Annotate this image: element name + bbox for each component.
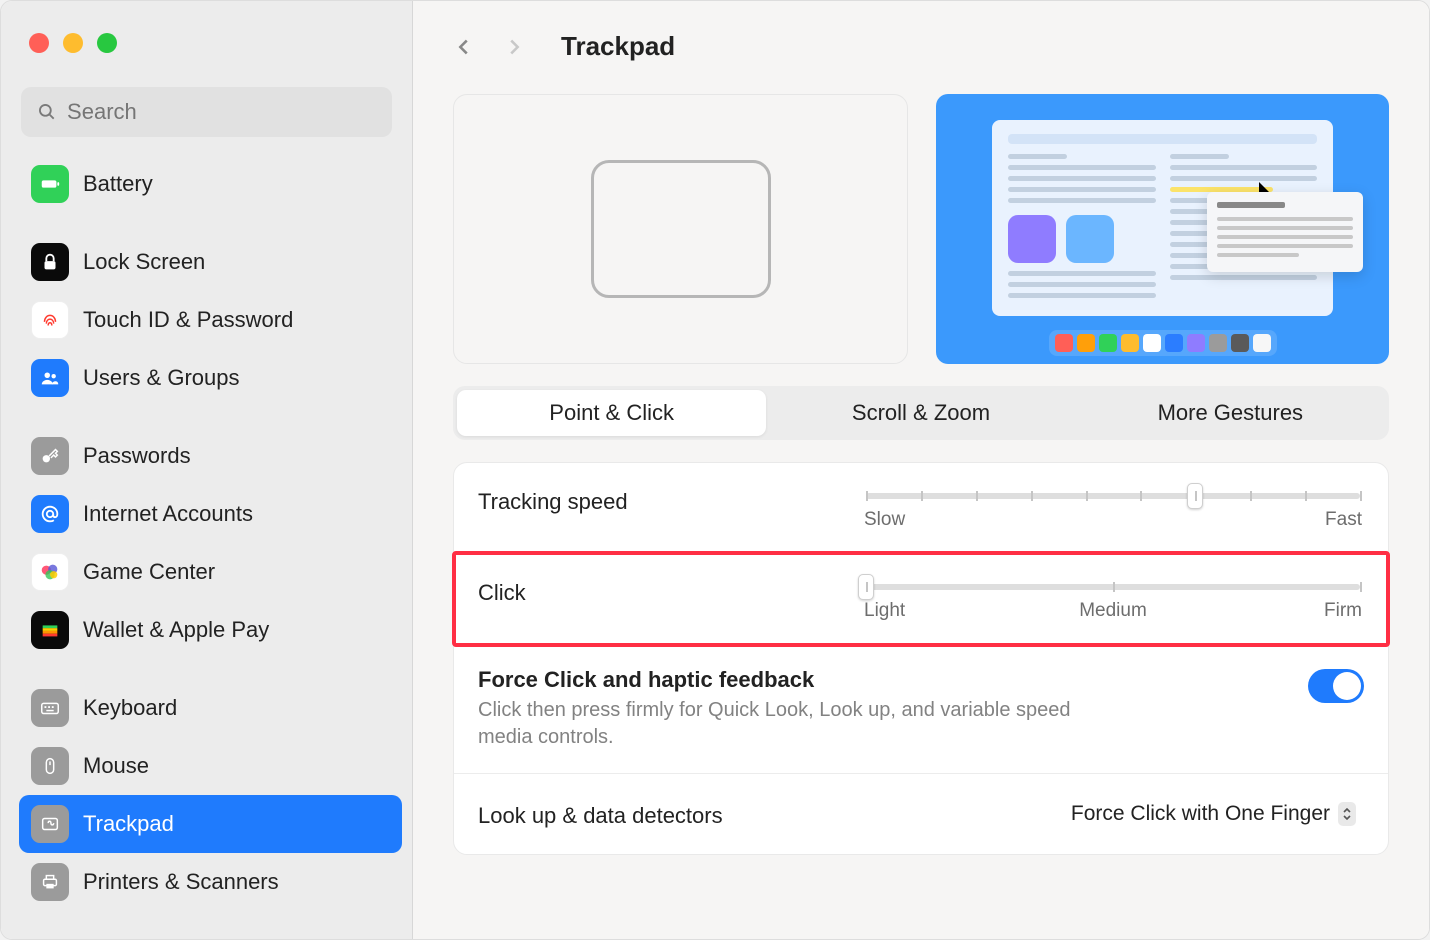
sidebar-item-label: Lock Screen — [83, 249, 205, 275]
search-icon — [37, 101, 57, 123]
trackpad-icon — [31, 805, 69, 843]
lookup-select[interactable]: Force Click with One Finger — [1063, 796, 1364, 832]
gesture-demo — [936, 94, 1389, 364]
click-opt-medium: Medium — [1030, 600, 1196, 622]
wallet-icon — [31, 611, 69, 649]
sidebar-item-label: Passwords — [83, 443, 191, 469]
sidebar-item-trackpad[interactable]: Trackpad — [19, 795, 402, 853]
force-click-title: Force Click and haptic feedback — [478, 667, 1284, 693]
sidebar-item-label: Trackpad — [83, 811, 174, 837]
sidebar-item-label: Game Center — [83, 559, 215, 585]
slider-max-label: Fast — [1325, 509, 1362, 531]
click-label: Click — [478, 576, 838, 606]
slider-min-label: Slow — [864, 509, 905, 531]
sidebar-item-label: Printers & Scanners — [83, 869, 279, 895]
content-pane: Trackpad — [413, 1, 1429, 939]
back-button[interactable] — [453, 36, 475, 58]
close-window-button[interactable] — [29, 33, 49, 53]
battery-icon — [31, 165, 69, 203]
key-icon — [31, 437, 69, 475]
sidebar-item-printers[interactable]: Printers & Scanners — [19, 853, 402, 911]
sidebar-item-label: Users & Groups — [83, 365, 240, 391]
lookup-value: Force Click with One Finger — [1071, 802, 1330, 826]
sidebar-item-game-center[interactable]: Game Center — [19, 543, 402, 601]
sidebar-item-label: Internet Accounts — [83, 501, 253, 527]
users-icon — [31, 359, 69, 397]
sidebar-list: Battery Lock Screen Touch ID & Password — [1, 147, 412, 911]
printer-icon — [31, 863, 69, 901]
tab-scroll-zoom[interactable]: Scroll & Zoom — [766, 390, 1075, 436]
tracking-speed-label: Tracking speed — [478, 485, 838, 515]
sidebar: Battery Lock Screen Touch ID & Password — [1, 1, 413, 939]
sidebar-item-label: Keyboard — [83, 695, 177, 721]
demo-dock — [1049, 330, 1277, 356]
minimize-window-button[interactable] — [63, 33, 83, 53]
sidebar-item-users-groups[interactable]: Users & Groups — [19, 349, 402, 407]
header: Trackpad — [413, 1, 1429, 94]
sidebar-item-passwords[interactable]: Passwords — [19, 427, 402, 485]
trackpad-shape-icon — [591, 160, 771, 298]
click-opt-firm: Firm — [1196, 600, 1362, 622]
zoom-window-button[interactable] — [97, 33, 117, 53]
select-stepper-icon — [1338, 802, 1356, 826]
keyboard-icon — [31, 689, 69, 727]
tracking-speed-slider[interactable]: Slow Fast — [862, 485, 1364, 531]
sidebar-item-label: Battery — [83, 171, 153, 197]
gamecenter-icon — [31, 553, 69, 591]
preview-row — [413, 94, 1429, 386]
demo-tile-icon — [1008, 215, 1056, 263]
mouse-icon — [31, 747, 69, 785]
force-click-desc: Click then press firmly for Quick Look, … — [478, 697, 1118, 751]
at-icon — [31, 495, 69, 533]
settings-panel: Tracking speed Slow Fast Click — [453, 462, 1389, 855]
page-title: Trackpad — [561, 31, 675, 62]
sidebar-item-wallet[interactable]: Wallet & Apple Pay — [19, 601, 402, 659]
sidebar-item-touch-id[interactable]: Touch ID & Password — [19, 291, 402, 349]
window-controls — [1, 1, 412, 75]
tab-more-gestures[interactable]: More Gestures — [1076, 390, 1385, 436]
row-click: Click Light Medium Firm — [454, 554, 1388, 645]
sidebar-item-battery[interactable]: Battery — [19, 155, 402, 213]
trackpad-preview — [453, 94, 908, 364]
tab-bar: Point & Click Scroll & Zoom More Gesture… — [453, 386, 1389, 440]
click-opt-light: Light — [864, 600, 1030, 622]
sidebar-item-lock-screen[interactable]: Lock Screen — [19, 233, 402, 291]
search-field[interactable] — [21, 87, 392, 137]
search-input[interactable] — [67, 99, 376, 125]
demo-popup — [1207, 192, 1363, 272]
sidebar-item-label: Touch ID & Password — [83, 307, 293, 333]
sidebar-item-internet-accounts[interactable]: Internet Accounts — [19, 485, 402, 543]
lock-icon — [31, 243, 69, 281]
row-lookup: Look up & data detectors Force Click wit… — [454, 774, 1388, 854]
row-tracking-speed: Tracking speed Slow Fast — [454, 463, 1388, 554]
sidebar-item-mouse[interactable]: Mouse — [19, 737, 402, 795]
sidebar-item-keyboard[interactable]: Keyboard — [19, 679, 402, 737]
tab-point-click[interactable]: Point & Click — [457, 390, 766, 436]
click-slider[interactable]: Light Medium Firm — [862, 576, 1364, 622]
sidebar-item-label: Mouse — [83, 753, 149, 779]
sidebar-item-label: Wallet & Apple Pay — [83, 617, 269, 643]
row-force-click: Force Click and haptic feedback Click th… — [454, 645, 1388, 774]
system-settings-window: Battery Lock Screen Touch ID & Password — [0, 0, 1430, 940]
forward-button[interactable] — [503, 36, 525, 58]
lookup-label: Look up & data detectors — [478, 799, 1039, 829]
force-click-toggle[interactable] — [1308, 669, 1364, 703]
demo-tile-icon — [1066, 215, 1114, 263]
fingerprint-icon — [31, 301, 69, 339]
